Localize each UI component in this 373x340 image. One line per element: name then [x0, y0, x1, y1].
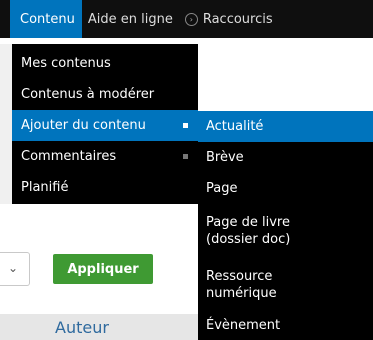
apply-button[interactable]: Appliquer	[53, 254, 153, 284]
menu-item-planifie[interactable]: Planifié	[12, 172, 198, 203]
submenu-item-label: Page de livre (dossier doc)	[206, 215, 291, 247]
menu-item-ajouter-du-contenu[interactable]: Ajouter du contenu	[12, 110, 198, 141]
submenu-item-label: Actualité	[206, 119, 264, 134]
submenu-item-label: Brève	[206, 150, 244, 165]
submenu-arrow-icon	[183, 123, 188, 128]
menu-item-mes-contenus[interactable]: Mes contenus	[12, 48, 198, 79]
submenu-item-ressource-numerique[interactable]: Ressource numérique	[198, 258, 373, 312]
menu-item-label: Mes contenus	[21, 56, 111, 71]
submenu-item-page[interactable]: Page	[198, 173, 373, 204]
submenu-item-label: Ressource numérique	[206, 269, 277, 301]
column-author-header[interactable]: Auteur	[55, 318, 109, 337]
toolbar-tab-raccourcis[interactable]: › Raccourcis	[179, 0, 279, 38]
admin-toolbar: Contenu Aide en ligne › Raccourcis	[0, 0, 373, 38]
submenu-item-actualite[interactable]: Actualité	[198, 111, 373, 142]
menu-item-label: Commentaires	[21, 149, 117, 164]
submenu-item-breve[interactable]: Brève	[198, 142, 373, 173]
chevron-right-circle-icon: ›	[184, 12, 198, 26]
menu-item-label: Contenus à modérer	[21, 87, 155, 102]
submenu-item-evenement[interactable]: Évènement	[198, 312, 373, 340]
menu-item-label: Planifié	[21, 180, 69, 195]
content-dropdown-menu: Mes contenus Contenus à modérer Ajouter …	[12, 44, 198, 204]
toolbar-tab-label: Contenu	[20, 11, 75, 27]
bulk-action-select[interactable]: ⌄	[0, 252, 30, 286]
menu-item-commentaires[interactable]: Commentaires	[12, 141, 198, 172]
submenu-item-label: Page	[206, 181, 238, 196]
menu-item-contenus-a-moderer[interactable]: Contenus à modérer	[12, 79, 198, 110]
toolbar-tab-label: Aide en ligne	[87, 11, 173, 27]
add-content-submenu: Actualité Brève Page Page de livre (doss…	[198, 111, 373, 340]
admin-page: ⌄ Appliquer Auteur Contenu Aide en ligne…	[0, 0, 373, 340]
toolbar-tab-label: Raccourcis	[202, 11, 273, 27]
toolbar-tab-contenu[interactable]: Contenu	[10, 0, 82, 38]
chevron-down-icon: ⌄	[8, 261, 19, 275]
submenu-arrow-icon	[183, 154, 188, 159]
toolbar-tab-aide[interactable]: Aide en ligne	[82, 0, 179, 38]
menu-item-label: Ajouter du contenu	[21, 118, 146, 133]
submenu-item-label: Évènement	[206, 318, 281, 333]
submenu-item-page-de-livre[interactable]: Page de livre (dossier doc)	[198, 204, 373, 258]
